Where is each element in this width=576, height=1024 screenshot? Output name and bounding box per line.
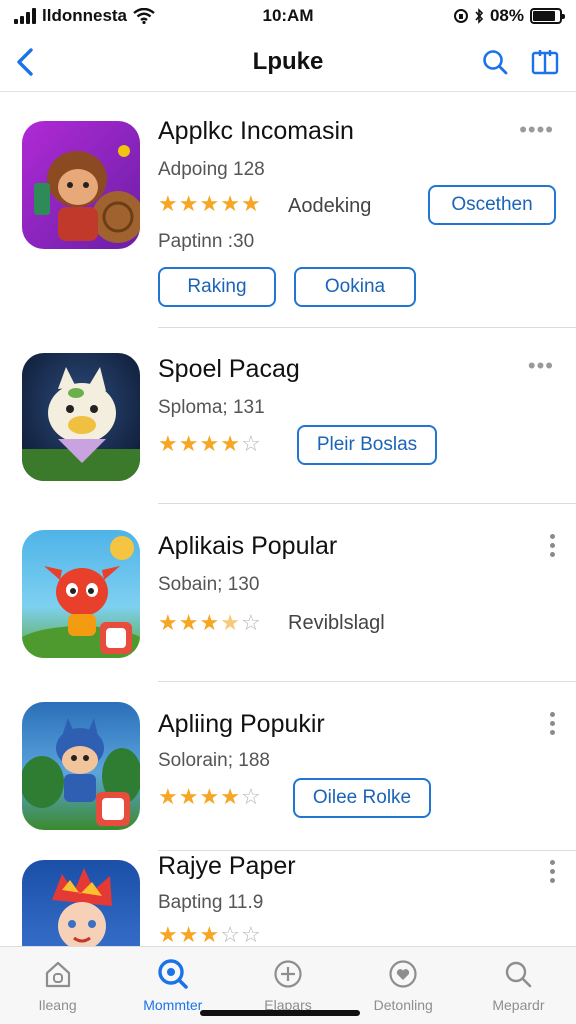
app-subtitle: Sobain; 130 [158,574,260,595]
chevron-left-icon[interactable] [10,44,40,80]
status-bar: lldonnesta 10:AM 08% [0,0,576,32]
navigation-bar: Lpuke [0,32,576,92]
star-rating: ★★★★★ [158,191,262,217]
app-icon[interactable] [22,702,140,830]
star-icon: ★ [199,922,221,946]
star-icon: ★ [220,191,241,216]
lock-rotation-icon [453,8,468,24]
signal-icon [14,8,36,24]
wifi-icon [133,8,155,24]
star-icon: ★ [220,784,241,809]
star-icon: ★ [240,191,262,216]
star-icon: ★ [158,610,179,635]
star-icon: ☆ [240,610,262,635]
search-icon [501,957,535,991]
star-rating: ★★★★☆ [158,431,262,457]
app-icon[interactable] [22,121,140,249]
star-icon: ★ [199,784,221,809]
star-rating: ★★★★☆ [158,610,262,636]
app-icon[interactable] [22,860,140,946]
app-icon[interactable] [22,353,140,481]
row-divider [158,327,576,328]
bluetooth-icon [474,8,484,24]
list-item[interactable]: Aplikais Popular Sobain; 130 ★★★★☆ Revib… [0,504,576,682]
battery-icon [530,8,565,24]
heart-icon [386,957,420,991]
star-icon: ★ [158,922,179,946]
star-rating: ★★★☆☆ [158,922,262,946]
row-divider [158,850,576,851]
list-item[interactable]: Rajye Paper Bapting 11.9 ★★★☆☆ [0,852,576,946]
star-icon: ★ [178,784,200,809]
rating-label: Reviblslagl [288,612,385,634]
star-icon: ★ [220,610,241,635]
open-button[interactable]: Oscethen [428,185,556,225]
app-name: Aplikais Popular [158,532,338,560]
app-list: Applkc Incomasin Adpoing 128 ★★★★★ Aodek… [0,93,576,946]
star-icon: ★ [178,191,200,216]
app-name: Spoel Pacag [158,355,300,383]
list-item[interactable]: Applkc Incomasin Adpoing 128 ★★★★★ Aodek… [0,93,576,329]
star-icon: ★ [158,431,179,456]
star-rating: ★★★★☆ [158,784,262,810]
rating-label: Aodeking [288,195,372,217]
star-icon: ★ [158,784,179,809]
star-icon: ☆ [240,922,262,946]
action-button[interactable]: Oilee Rolke [293,778,431,818]
more-icon[interactable] [548,860,556,883]
list-item[interactable]: Apliing Popukir Solorain; 188 ★★★★☆ Oile… [0,682,576,852]
app-icon[interactable] [22,530,140,658]
star-icon: ☆ [240,431,262,456]
app-detail: Paptinn :30 [158,231,255,252]
book-icon[interactable] [528,44,562,80]
star-icon: ★ [199,191,221,216]
tab-label: Mepardr [492,997,545,1013]
tab-label: Detonling [373,997,433,1013]
battery-percent: 08% [489,6,524,25]
carrier-name: lldonnesta [42,6,128,25]
app-name: Applkc Incomasin [158,117,354,145]
tab-favorites[interactable]: Detonling [346,947,461,1024]
booking-button[interactable]: Ookina [294,267,416,307]
star-icon: ★ [178,922,200,946]
app-name: Rajye Paper [158,852,296,880]
more-icon[interactable] [548,534,556,557]
star-icon: ★ [220,431,241,456]
app-subtitle: Bapting 11.9 [158,892,264,913]
tab-label: Mommter [143,997,203,1013]
home-icon [41,957,75,991]
app-subtitle: Sploma; 131 [158,397,265,418]
more-icon[interactable] [548,712,556,735]
list-item[interactable]: Spoel Pacag Sploma; 131 ★★★★☆ Pleir Bosl… [0,329,576,504]
ranking-button[interactable]: Raking [158,267,276,307]
app-name: Apliing Popukir [158,710,325,738]
home-indicator [200,1010,360,1016]
tab-search-2[interactable]: Mepardr [461,947,576,1024]
tab-home[interactable]: Ileang [0,947,115,1024]
star-icon: ★ [158,191,179,216]
app-subtitle: Adpoing 128 [158,159,265,180]
star-icon: ★ [178,431,200,456]
star-icon: ☆ [240,784,262,809]
star-icon: ★ [199,610,221,635]
star-icon: ☆ [220,922,241,946]
search-icon [156,957,190,991]
more-icon[interactable]: ••• [528,353,554,379]
plus-circle-icon [271,957,305,991]
action-button[interactable]: Pleir Boslas [297,425,437,465]
app-subtitle: Solorain; 188 [158,750,270,771]
search-icon[interactable] [478,44,512,80]
star-icon: ★ [199,431,221,456]
tab-label: Ileang [38,997,77,1013]
more-icon[interactable]: •••• [519,117,554,143]
star-icon: ★ [178,610,200,635]
